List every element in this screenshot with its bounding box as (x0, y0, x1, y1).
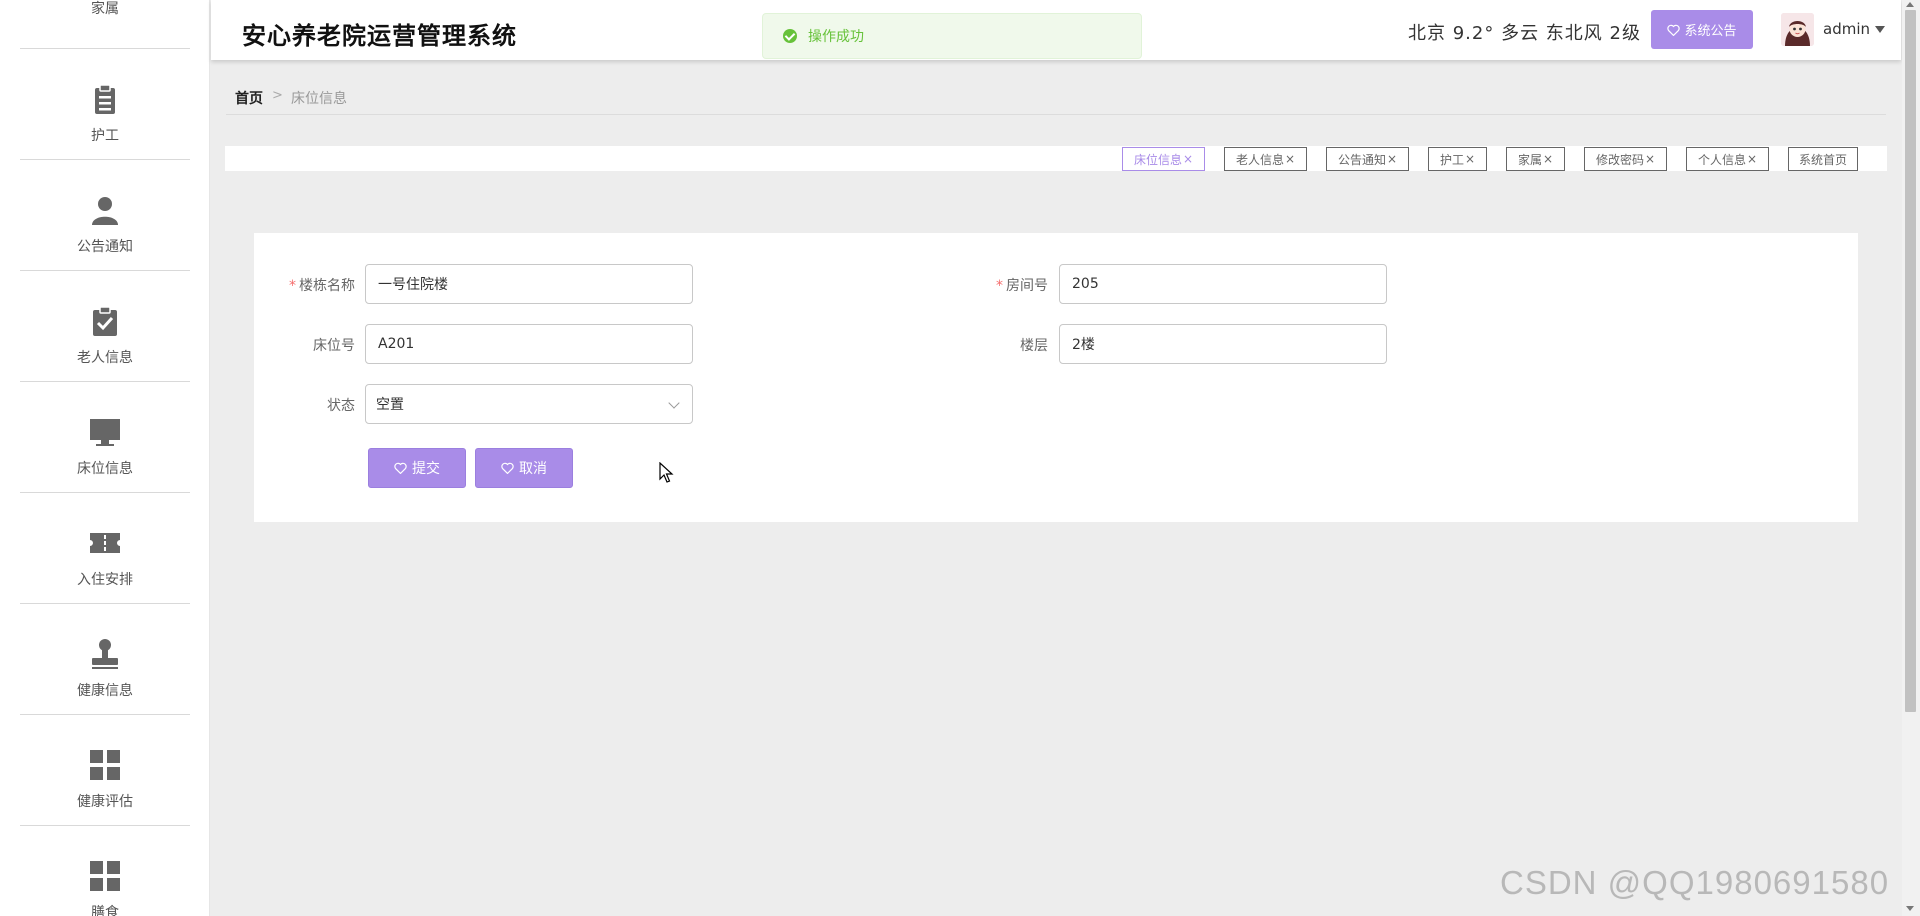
sidebar-item-label: 健康信息 (77, 683, 133, 699)
tag-elder-info[interactable]: 老人信息 × (1224, 147, 1307, 171)
sidebar-item-announcements[interactable]: 公告通知 (20, 160, 190, 271)
user-name[interactable]: admin (1823, 20, 1870, 38)
success-toast: 操作成功 (762, 13, 1142, 59)
close-icon[interactable]: × (1465, 152, 1475, 166)
submit-button[interactable]: 提交 (368, 448, 466, 488)
sidebar-item-caregiver[interactable]: 护工 (20, 49, 190, 160)
breadcrumb-home[interactable]: 首页 (235, 88, 263, 108)
tag-label: 个人信息 (1697, 152, 1746, 167)
sidebar-item-label: 老人信息 (77, 350, 133, 366)
clipboard-icon (95, 84, 115, 114)
close-icon[interactable]: × (1543, 152, 1553, 166)
sidebar-item-health-assessment[interactable]: 健康评估 (20, 715, 190, 826)
room-input[interactable] (1059, 264, 1387, 304)
sidebar-item-label: 家属 (91, 1, 119, 17)
room-label: * 房间号 (996, 278, 1048, 294)
bed-number-input[interactable] (365, 324, 693, 364)
floor-label: 楼层 (1020, 338, 1048, 354)
avatar-image (1781, 13, 1814, 46)
tag-label: 修改密码 (1595, 152, 1644, 167)
stamp-icon (92, 639, 118, 669)
sidebar-item-meals[interactable]: 膳食 (20, 826, 190, 916)
tag-announcements[interactable]: 公告通知 × (1326, 147, 1409, 171)
sidebar-item-label: 护工 (91, 128, 119, 144)
caret-down-icon[interactable] (1875, 26, 1885, 33)
weather-info: 北京 9.2° 多云 东北风 2级 (1408, 23, 1641, 44)
floor-input[interactable] (1059, 324, 1387, 364)
heart-icon (1667, 24, 1681, 36)
required-mark: * (996, 278, 1003, 294)
required-mark: * (289, 278, 296, 294)
tag-profile[interactable]: 个人信息 × (1686, 147, 1769, 171)
breadcrumb-current: 床位信息 (291, 91, 347, 107)
scroll-up-arrow-icon[interactable] (1906, 2, 1914, 7)
chevron-down-icon (668, 397, 680, 409)
tag-label: 家属 (1517, 152, 1542, 167)
close-icon[interactable]: × (1285, 152, 1295, 166)
tag-family[interactable]: 家属 × (1506, 147, 1565, 171)
building-label: * 楼栋名称 (289, 278, 355, 294)
system-notice-button[interactable]: 系统公告 (1651, 10, 1753, 49)
sidebar: 家属 护工 公告通知 老人信息 床位信息 入住安排 健康信息 健康评估 膳食 (0, 0, 210, 916)
tag-label: 床位信息 (1133, 152, 1182, 167)
system-notice-label: 系统公告 (1684, 24, 1737, 39)
tag-caregiver[interactable]: 护工 × (1428, 147, 1487, 171)
scrollbar-thumb[interactable] (1905, 10, 1916, 712)
sidebar-item-label: 健康评估 (77, 794, 133, 810)
check-circle-icon (783, 29, 797, 43)
tag-label: 系统首页 (1798, 152, 1847, 167)
person-icon (92, 197, 118, 225)
ticket-icon (90, 533, 120, 553)
cancel-label: 取消 (519, 461, 547, 477)
watermark: CSDN @QQ1980691580 (1500, 864, 1890, 901)
status-select[interactable]: 空置 (365, 384, 693, 424)
app-title: 安心养老院运营管理系统 (242, 22, 517, 50)
checklist-icon (93, 306, 117, 336)
grid-icon (90, 750, 120, 780)
scroll-down-arrow-icon[interactable] (1906, 906, 1914, 911)
tag-label: 护工 (1439, 152, 1464, 167)
cancel-button[interactable]: 取消 (475, 448, 573, 488)
tag-label: 公告通知 (1337, 152, 1386, 167)
sidebar-item-label: 膳食 (91, 905, 119, 916)
status-label: 状态 (327, 398, 355, 414)
sidebar-item-checkin[interactable]: 入住安排 (20, 493, 190, 604)
sidebar-item-label: 入住安排 (77, 572, 133, 588)
breadcrumb-separator: > (272, 88, 283, 103)
heart-icon (394, 462, 407, 474)
close-icon[interactable]: × (1747, 152, 1757, 166)
close-icon[interactable]: × (1645, 152, 1655, 166)
bed-number-label: 床位号 (313, 338, 355, 354)
bed-form-card: *楼栋名称 *房间号 床位号 楼层 状态 空置 提交 取消 (254, 233, 1858, 522)
breadcrumb: 首页 > 床位信息 (226, 82, 1886, 115)
status-select-value: 空置 (376, 397, 404, 413)
tag-label: 老人信息 (1235, 152, 1284, 167)
sidebar-item-label: 公告通知 (77, 239, 133, 255)
submit-label: 提交 (412, 461, 440, 477)
tags-view-bar: 床位信息 × 老人信息 × 公告通知 × 护工 × 家属 × 修改密码 × 个人信息 × 系统… (225, 146, 1887, 171)
mouse-cursor-icon (659, 462, 674, 483)
sidebar-item-bed-info[interactable]: 床位信息 (20, 382, 190, 493)
close-icon[interactable]: × (1387, 152, 1397, 166)
avatar[interactable] (1781, 13, 1814, 46)
sidebar-item-health-info[interactable]: 健康信息 (20, 604, 190, 715)
building-input[interactable] (365, 264, 693, 304)
toast-message: 操作成功 (808, 29, 864, 45)
tag-change-password[interactable]: 修改密码 × (1584, 147, 1667, 171)
tag-bed-info[interactable]: 床位信息 × (1122, 147, 1205, 171)
monitor-icon (90, 419, 120, 446)
sidebar-item-label: 床位信息 (77, 461, 133, 477)
tag-home[interactable]: 系统首页 (1788, 147, 1858, 171)
sidebar-item-family[interactable]: 家属 (20, 0, 190, 49)
close-icon[interactable]: × (1183, 152, 1193, 166)
heart-icon (501, 462, 514, 474)
grid-icon (90, 861, 120, 891)
sidebar-item-elder-info[interactable]: 老人信息 (20, 271, 190, 382)
